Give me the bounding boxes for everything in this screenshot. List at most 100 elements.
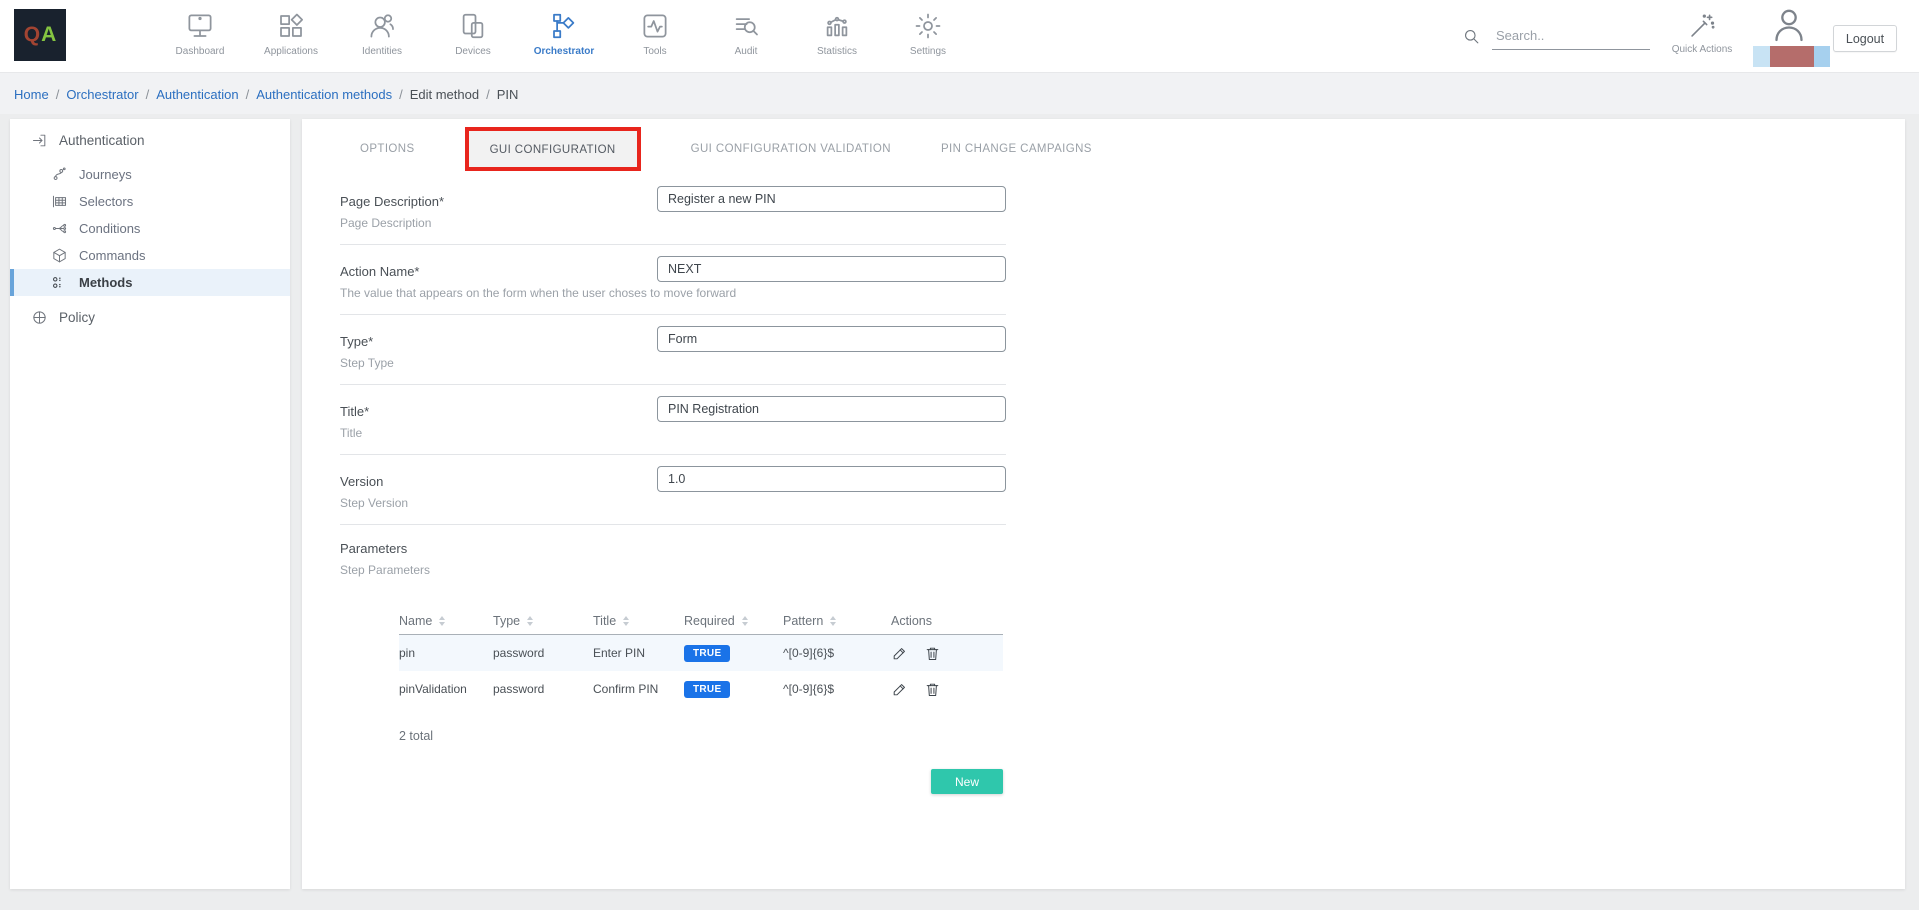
nav-item-identities[interactable]: Identities — [348, 0, 416, 72]
action-name-input[interactable] — [657, 256, 1006, 282]
breadcrumb-separator: / — [56, 87, 60, 102]
login-icon — [31, 132, 48, 149]
sidebar-item-selectors[interactable]: Selectors — [10, 188, 290, 215]
field-help: Page Description — [340, 216, 431, 230]
sort-caret-icon — [830, 616, 836, 626]
required-badge: TRUE — [684, 681, 730, 698]
trash-icon — [924, 645, 941, 662]
pencil-icon — [891, 645, 908, 662]
sidebar-item-methods[interactable]: Methods — [10, 269, 290, 296]
breadcrumb-authentication-methods[interactable]: Authentication methods — [256, 87, 392, 102]
breadcrumb-pin: PIN — [497, 87, 519, 102]
sidebar-item-authentication[interactable]: Authentication — [10, 127, 290, 153]
sidebar-item-conditions[interactable]: Conditions — [10, 215, 290, 242]
breadcrumb-orchestrator[interactable]: Orchestrator — [66, 87, 138, 102]
logout-button[interactable]: Logout — [1833, 25, 1897, 52]
param-actions-cell — [891, 645, 1003, 662]
policy-globe-icon — [31, 309, 48, 326]
identities-people-icon — [367, 11, 397, 41]
column-header-required[interactable]: Required — [684, 614, 783, 628]
sort-caret-icon — [527, 616, 533, 626]
field-type: Type* Step Type — [340, 315, 1006, 385]
delete-button[interactable] — [924, 681, 941, 698]
title-input[interactable] — [657, 396, 1006, 422]
edit-button[interactable] — [891, 681, 908, 698]
method-form: Page Description* Page Description Actio… — [340, 175, 1006, 794]
table-footer: New — [399, 769, 1003, 794]
breadcrumb-bar: Home / Orchestrator / Authentication / A… — [0, 72, 1919, 114]
logo-letter-q: Q — [24, 23, 41, 47]
search-input[interactable] — [1492, 22, 1650, 50]
nav-item-settings[interactable]: Settings — [894, 0, 962, 72]
parameters-table: Name Type Title Required Pattern Actions… — [399, 607, 1003, 707]
quick-actions-label: Quick Actions — [1672, 44, 1733, 55]
sidebar-item-policy[interactable]: Policy — [10, 304, 290, 330]
breadcrumb-separator: / — [399, 87, 403, 102]
breadcrumb-home[interactable]: Home — [14, 87, 49, 102]
param-name-cell: pinValidation — [399, 682, 493, 696]
parameters-section-header: Parameters Step Parameters — [340, 525, 1006, 577]
nav-item-tools[interactable]: Tools — [621, 0, 689, 72]
param-type-cell: password — [493, 682, 593, 696]
field-label: Title* — [340, 404, 369, 419]
nav-item-applications[interactable]: Applications — [257, 0, 325, 72]
sidebar-item-commands[interactable]: Commands — [10, 242, 290, 269]
param-required-cell: TRUE — [684, 681, 783, 698]
parameters-help: Step Parameters — [340, 563, 1006, 577]
field-help: Step Type — [340, 356, 394, 370]
column-header-pattern[interactable]: Pattern — [783, 614, 891, 628]
nav-label: Identities — [362, 46, 402, 57]
tab-gui-configuration[interactable]: GUI CONFIGURATION — [490, 144, 616, 156]
table-row: pinValidation password Confirm PIN TRUE … — [399, 671, 1003, 707]
nav-item-dashboard[interactable]: Dashboard — [166, 0, 234, 72]
tab-gui-configuration-validation[interactable]: GUI CONFIGURATION VALIDATION — [691, 143, 891, 155]
field-label: Type* — [340, 334, 373, 349]
column-header-actions: Actions — [891, 614, 1003, 628]
nav-item-audit[interactable]: Audit — [712, 0, 780, 72]
column-header-title[interactable]: Title — [593, 614, 684, 628]
selector-table-icon — [51, 193, 68, 210]
nav-label: Audit — [735, 46, 758, 57]
app-logo[interactable]: QA — [14, 9, 66, 61]
parameters-label: Parameters — [340, 541, 1006, 556]
column-header-name[interactable]: Name — [399, 614, 493, 628]
nav-label: Settings — [910, 46, 946, 57]
sidebar-item-label: Commands — [79, 248, 145, 263]
delete-button[interactable] — [924, 645, 941, 662]
field-help: Step Version — [340, 496, 408, 510]
page-description-input[interactable] — [657, 186, 1006, 212]
tab-options[interactable]: OPTIONS — [360, 143, 415, 155]
sidebar-item-journeys[interactable]: Journeys — [10, 161, 290, 188]
command-cube-icon — [51, 247, 68, 264]
user-avatar-icon[interactable] — [1769, 5, 1809, 45]
sort-caret-icon — [742, 616, 748, 626]
sort-caret-icon — [439, 616, 445, 626]
nav-item-orchestrator[interactable]: Orchestrator — [530, 0, 598, 72]
field-help: The value that appears on the form when … — [340, 286, 736, 300]
nav-label: Dashboard — [176, 46, 225, 57]
field-help: Title — [340, 426, 362, 440]
annotation-highlight: GUI CONFIGURATION — [465, 127, 641, 171]
nav-item-statistics[interactable]: Statistics — [803, 0, 871, 72]
tab-pin-change-campaigns[interactable]: PIN CHANGE CAMPAIGNS — [941, 143, 1092, 155]
type-input[interactable] — [657, 326, 1006, 352]
breadcrumb-separator: / — [246, 87, 250, 102]
top-bar: QA Dashboard Applications Identities Dev… — [0, 0, 1919, 72]
param-title-cell: Enter PIN — [593, 646, 684, 660]
version-input[interactable] — [657, 466, 1006, 492]
edit-button[interactable] — [891, 645, 908, 662]
nav-item-devices[interactable]: Devices — [439, 0, 507, 72]
new-parameter-button[interactable]: New — [931, 769, 1003, 794]
main-nav: Dashboard Applications Identities Device… — [166, 0, 962, 72]
search-icon — [1462, 27, 1481, 46]
pencil-icon — [891, 681, 908, 698]
quick-actions-button[interactable]: Quick Actions — [1664, 0, 1740, 72]
nav-label: Devices — [455, 46, 491, 57]
param-actions-cell — [891, 681, 1003, 698]
field-page-description: Page Description* Page Description — [340, 175, 1006, 245]
trash-icon — [924, 681, 941, 698]
total-count-label: 2 total — [399, 729, 1006, 743]
column-header-type[interactable]: Type — [493, 614, 593, 628]
search-area — [1462, 0, 1650, 72]
breadcrumb-authentication[interactable]: Authentication — [156, 87, 238, 102]
